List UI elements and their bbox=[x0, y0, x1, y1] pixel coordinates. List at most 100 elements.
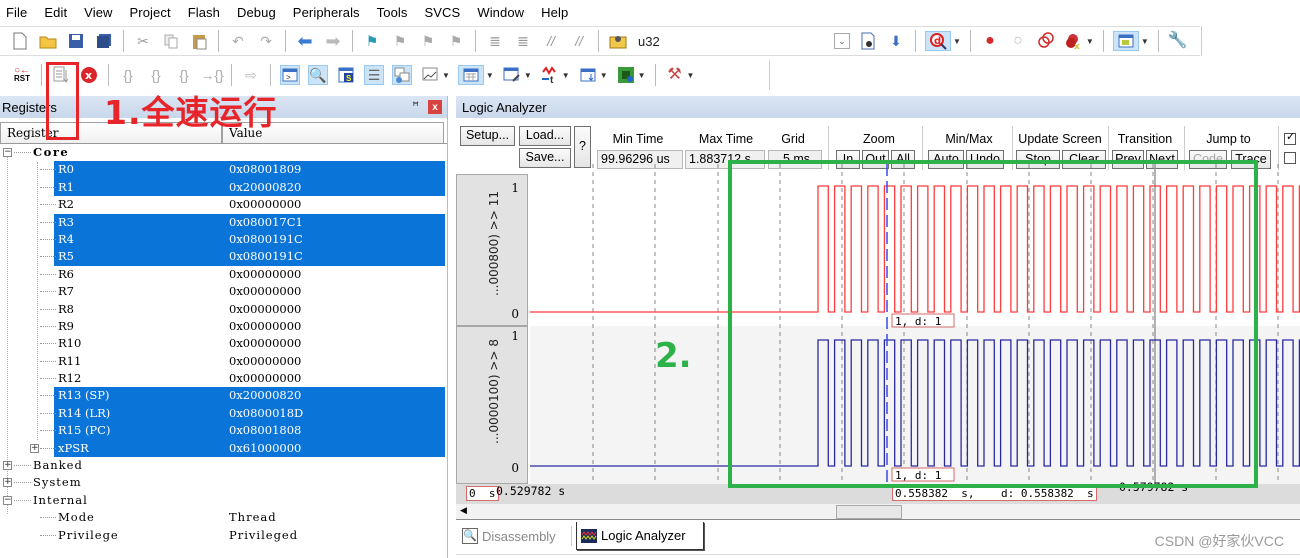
expand-icon[interactable]: + bbox=[3, 461, 12, 471]
dropdown-arrow-icon[interactable]: ▼ bbox=[687, 71, 695, 80]
collapse-icon[interactable]: − bbox=[3, 495, 12, 505]
menu-peripherals[interactable]: Peripherals bbox=[293, 5, 360, 20]
step-into-icon[interactable]: {} bbox=[118, 65, 138, 85]
dropdown-arrow-icon[interactable]: ▼ bbox=[638, 71, 646, 80]
register-value[interactable]: 0x20000820 bbox=[229, 387, 301, 404]
menu-debug[interactable]: Debug bbox=[237, 5, 276, 20]
menu-tools[interactable]: Tools bbox=[377, 5, 408, 20]
register-value[interactable]: 0x20000820 bbox=[229, 179, 301, 196]
symbols-window-icon[interactable]: S bbox=[336, 65, 356, 85]
find-text-field[interactable]: u32 bbox=[638, 34, 660, 49]
register-row[interactable]: R9 0x00000000 bbox=[0, 318, 447, 335]
find-icon[interactable] bbox=[858, 31, 878, 51]
register-row[interactable]: R11 0x00000000 bbox=[0, 353, 447, 370]
scrollbar-thumb[interactable] bbox=[836, 505, 902, 519]
dropdown-arrow-icon[interactable]: ▼ bbox=[562, 71, 570, 80]
tree-group-system[interactable]: + System bbox=[0, 474, 447, 491]
window-layout-icon[interactable] bbox=[1112, 31, 1139, 51]
cut-icon[interactable]: ✂ bbox=[133, 31, 153, 51]
registers-window-icon[interactable]: ☰ bbox=[364, 65, 384, 85]
tree-group-internal[interactable]: − Internal bbox=[0, 492, 447, 509]
register-value[interactable]: 0x00000000 bbox=[229, 318, 301, 335]
register-row[interactable]: R4 0x0800191C bbox=[0, 230, 447, 249]
serial-windows-icon[interactable] bbox=[502, 65, 522, 85]
memory-windows-icon[interactable] bbox=[457, 65, 484, 85]
navigate-forward-icon[interactable]: ➡ bbox=[323, 31, 343, 51]
register-row[interactable]: R5 0x0800191C bbox=[0, 248, 447, 266]
register-row[interactable]: R2 0x00000000 bbox=[0, 196, 447, 213]
trace-windows-icon[interactable] bbox=[578, 65, 598, 85]
register-row[interactable]: R12 0x00000000 bbox=[0, 370, 447, 387]
pin-icon[interactable]: ꟸ bbox=[412, 99, 419, 113]
disassembly-window-icon[interactable]: 🔍 bbox=[308, 65, 328, 85]
tab-logic-analyzer[interactable]: Logic Analyzer bbox=[576, 522, 704, 550]
dropdown-arrow-icon[interactable]: ▼ bbox=[953, 37, 961, 46]
register-value[interactable]: 0x00000000 bbox=[229, 266, 301, 283]
horizontal-scrollbar[interactable]: ◀ bbox=[456, 504, 1300, 520]
amplitude-checkbox[interactable] bbox=[1284, 152, 1296, 164]
register-row[interactable]: R3 0x080017C1 bbox=[0, 213, 447, 231]
incremental-find-icon[interactable]: ⬇ bbox=[886, 31, 906, 51]
next-bookmark-icon[interactable]: ⚑ bbox=[418, 31, 438, 51]
debug-session-icon[interactable]: d bbox=[925, 31, 951, 51]
register-row[interactable]: R10 0x00000000 bbox=[0, 335, 447, 352]
menu-svcs[interactable]: SVCS bbox=[425, 5, 461, 20]
scroll-left-icon[interactable]: ◀ bbox=[460, 505, 467, 516]
register-value[interactable]: 0x0800018D bbox=[229, 405, 303, 422]
navigate-back-icon[interactable]: ⬅ bbox=[295, 31, 315, 51]
tree-group-core[interactable]: − Core bbox=[0, 144, 447, 161]
menu-project[interactable]: Project bbox=[130, 5, 171, 20]
menu-edit[interactable]: Edit bbox=[44, 5, 67, 20]
close-icon[interactable]: x bbox=[428, 100, 442, 114]
step-out-icon[interactable]: {} bbox=[174, 65, 194, 85]
toolbox-icon[interactable]: ⚒ bbox=[665, 65, 685, 85]
dropdown-arrow-icon[interactable]: ▼ bbox=[1086, 37, 1094, 46]
system-viewer-icon[interactable] bbox=[616, 65, 636, 85]
call-stack-icon[interactable] bbox=[392, 65, 412, 85]
disable-all-breakpoints-icon[interactable] bbox=[1036, 31, 1056, 51]
insert-breakpoint-icon[interactable]: ● bbox=[980, 31, 1000, 51]
setup-button[interactable]: Setup... bbox=[460, 126, 515, 146]
save-all-icon[interactable] bbox=[94, 31, 114, 51]
menu-view[interactable]: View bbox=[84, 5, 112, 20]
kill-all-breakpoints-icon[interactable]: x bbox=[1064, 31, 1084, 51]
watch-windows-icon[interactable] bbox=[420, 65, 440, 85]
register-value[interactable]: 0x61000000 bbox=[229, 440, 301, 457]
clear-bookmarks-icon[interactable]: ⚑ bbox=[446, 31, 466, 51]
register-value[interactable]: 0x00000000 bbox=[229, 353, 301, 370]
uncomment-icon[interactable]: // bbox=[569, 31, 589, 51]
unindent-icon[interactable]: ≣ bbox=[513, 31, 533, 51]
register-value[interactable]: 0x00000000 bbox=[229, 370, 301, 387]
paste-icon[interactable] bbox=[189, 31, 209, 51]
undo-icon[interactable]: ↶ bbox=[228, 31, 248, 51]
register-value[interactable]: 0x00000000 bbox=[229, 283, 301, 300]
comment-icon[interactable]: // bbox=[541, 31, 561, 51]
register-row[interactable]: R15 (PC) 0x08001808 bbox=[0, 422, 447, 440]
expand-icon[interactable]: + bbox=[30, 443, 39, 453]
menu-file[interactable]: File bbox=[6, 5, 27, 20]
configure-icon[interactable]: 🔧 bbox=[1168, 31, 1188, 51]
enable-breakpoint-icon[interactable]: ○ bbox=[1008, 31, 1028, 51]
load-button[interactable]: Load... bbox=[519, 126, 571, 146]
register-value[interactable]: 0x0800191C bbox=[229, 248, 303, 265]
step-over-icon[interactable]: {} bbox=[146, 65, 166, 85]
bookmark-icon[interactable]: ⚑ bbox=[362, 31, 382, 51]
register-row[interactable]: Privilege Privileged bbox=[0, 527, 447, 544]
menu-window[interactable]: Window bbox=[477, 5, 524, 20]
prev-bookmark-icon[interactable]: ⚑ bbox=[390, 31, 410, 51]
tree-group-banked[interactable]: + Banked bbox=[0, 457, 447, 474]
register-value[interactable]: 0x080017C1 bbox=[229, 214, 303, 231]
analysis-windows-icon[interactable]: t bbox=[540, 65, 560, 85]
dropdown-arrow-icon[interactable]: ▼ bbox=[600, 71, 608, 80]
register-row[interactable]: R13 (SP) 0x20000820 bbox=[0, 387, 447, 405]
dropdown-arrow-icon[interactable]: ▼ bbox=[442, 71, 450, 80]
show-signal-info-checkbox[interactable]: ✓ bbox=[1284, 131, 1296, 145]
register-row[interactable]: R14 (LR) 0x0800018D bbox=[0, 404, 447, 423]
command-window-icon[interactable]: > bbox=[280, 65, 300, 85]
save-icon[interactable] bbox=[66, 31, 86, 51]
register-row[interactable]: R8 0x00000000 bbox=[0, 301, 447, 318]
register-value[interactable]: 0x00000000 bbox=[229, 301, 301, 318]
register-value[interactable]: 0x08001808 bbox=[229, 422, 301, 439]
indent-icon[interactable]: ≣ bbox=[485, 31, 505, 51]
show-next-statement-icon[interactable]: ⇨ bbox=[241, 65, 261, 85]
